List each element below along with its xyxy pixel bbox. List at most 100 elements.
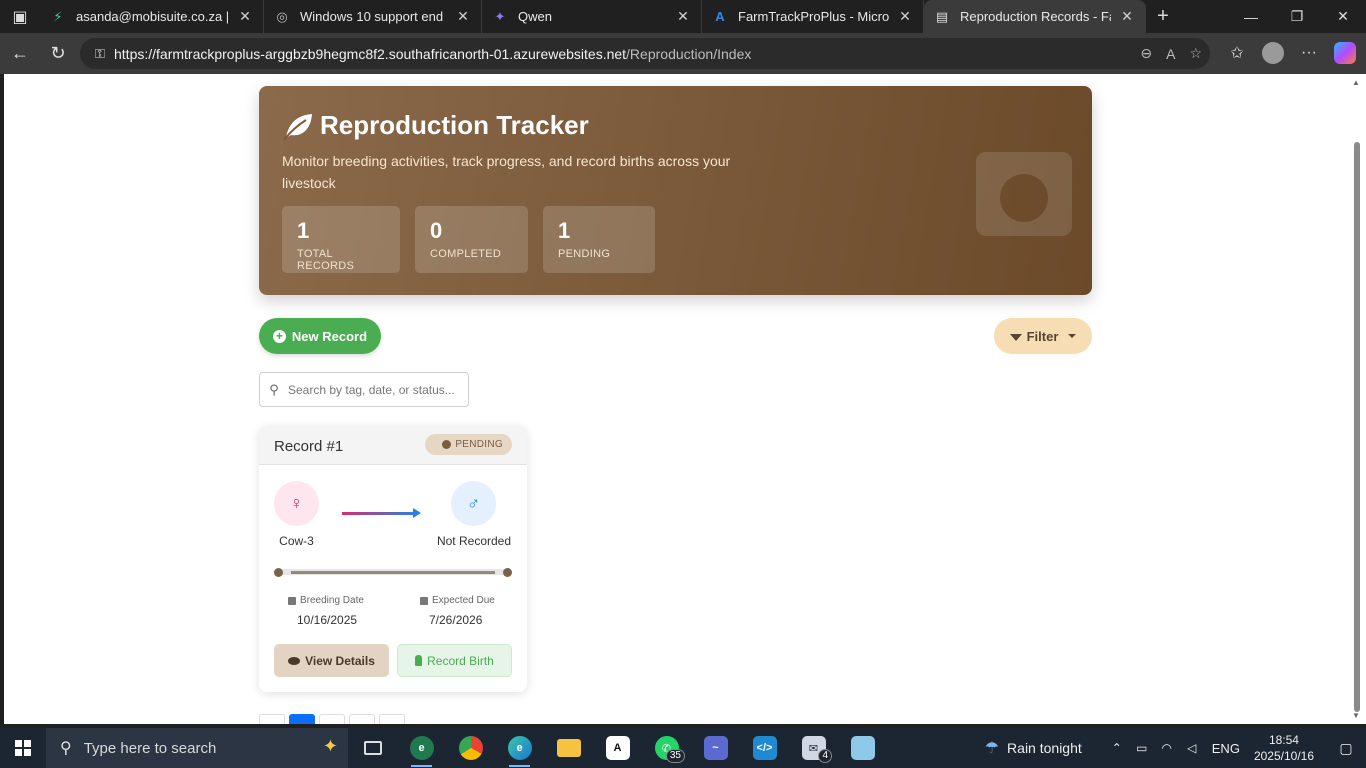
lock-icon[interactable]: ⚿ <box>86 46 114 62</box>
taskbar-app-a[interactable]: A <box>593 728 642 768</box>
restore-icon[interactable]: ❐ <box>1274 0 1320 33</box>
reload-icon[interactable]: ↻ <box>40 36 76 72</box>
taskbar-app-wave[interactable]: ~ <box>691 728 740 768</box>
tab-title: Windows 10 support end <box>300 9 444 24</box>
hero-title-text: Reproduction Tracker <box>320 110 589 140</box>
tab-actions-icon[interactable]: ▣ <box>0 0 40 33</box>
close-icon[interactable]: ✕ <box>675 8 691 25</box>
copilot-icon <box>1334 42 1356 64</box>
page-next-button[interactable] <box>379 714 405 724</box>
pagination <box>259 714 405 724</box>
taskbar-notepad[interactable] <box>838 728 887 768</box>
vscode-icon: </> <box>752 736 777 760</box>
page-button[interactable] <box>349 714 375 724</box>
back-icon[interactable]: ← <box>2 36 38 72</box>
status-text: PENDING <box>455 439 503 450</box>
new-tab-button[interactable]: + <box>1146 0 1180 33</box>
taskbar-vscode[interactable]: </> <box>740 728 789 768</box>
taskbar-file-explorer[interactable] <box>544 728 593 768</box>
tab-azure[interactable]: A FarmTrackProPlus - Microsoft ✕ <box>702 0 924 33</box>
wifi-icon[interactable]: ◠ <box>1156 741 1178 755</box>
close-icon[interactable]: ✕ <box>455 8 471 25</box>
taskbar-search-placeholder: Type here to search <box>83 739 217 757</box>
speaker-icon[interactable]: ◁ <box>1181 741 1203 755</box>
view-details-button[interactable]: View Details <box>274 644 389 677</box>
scroll-down-icon[interactable]: ▼ <box>1352 711 1360 720</box>
start-button[interactable] <box>0 728 46 768</box>
scroll-up-icon[interactable]: ▲ <box>1352 78 1360 87</box>
taskbar-edge-dev[interactable]: e <box>397 728 446 768</box>
stat-label: PENDING <box>558 248 611 260</box>
more-menu-icon[interactable]: ··· <box>1294 36 1324 70</box>
whatsapp-count-badge: 35 <box>665 749 685 763</box>
chevron-down-icon <box>1068 334 1077 338</box>
stat-value: 0 <box>430 218 443 243</box>
search-input[interactable] <box>288 382 458 397</box>
taskbar-edge[interactable]: e <box>495 728 544 768</box>
task-view-button[interactable] <box>348 728 397 768</box>
stat-total: 1 TOTAL RECORDS <box>282 206 400 273</box>
document-icon: ▤ <box>935 8 949 24</box>
profile-button[interactable] <box>1258 36 1288 70</box>
taskbar-chrome[interactable] <box>446 728 495 768</box>
weather-widget[interactable]: ☂ Rain tonight <box>985 738 1082 758</box>
filter-dropdown-button[interactable]: Filter <box>994 318 1092 354</box>
close-icon[interactable]: ✕ <box>897 8 913 25</box>
tab-reproduction[interactable]: ▤ Reproduction Records - Farm ✕ <box>924 0 1146 33</box>
page-prev-button[interactable] <box>259 714 285 724</box>
breeding-date-caption: Breeding Date <box>300 595 364 606</box>
favorites-icon[interactable]: ✩ <box>1222 36 1252 70</box>
read-aloud-icon[interactable]: A <box>1166 46 1175 62</box>
clock-time: 18:54 <box>1268 733 1299 747</box>
page-button-active[interactable] <box>289 714 315 724</box>
page-button[interactable] <box>319 714 345 724</box>
close-icon[interactable]: ✕ <box>237 8 253 25</box>
sparkle-icon: ✦ <box>322 736 338 756</box>
page-scrollbar[interactable]: ▲ ▼ <box>1348 74 1366 724</box>
chrome-icon <box>458 736 483 760</box>
clock[interactable]: 18:54 2025/10/16 <box>1254 732 1314 764</box>
browser-toolbar: ← ↻ ⚿ https://farmtrackproplus-arggbzb9h… <box>0 33 1366 74</box>
tab-windows10[interactable]: ◎ Windows 10 support end ✕ <box>264 0 482 33</box>
record-birth-button[interactable]: Record Birth <box>397 644 512 677</box>
due-date-label: Expected Due <box>420 595 495 606</box>
copilot-button[interactable] <box>1330 36 1360 70</box>
azure-icon: A <box>715 9 725 24</box>
task-view-icon <box>363 741 382 755</box>
minimize-icon[interactable]: — <box>1228 0 1274 33</box>
close-window-icon[interactable]: ✕ <box>1320 0 1366 33</box>
zoom-icon[interactable]: ⊖ <box>1140 45 1152 62</box>
taskbar-whatsapp[interactable]: ✆ 35 <box>642 728 691 768</box>
tab-mail[interactable]: ⚡ asanda@mobisuite.co.za | Mo ✕ <box>40 0 264 33</box>
url-host: https://farmtrackproplus-arggbzb9hegmc8f… <box>114 45 627 62</box>
language-indicator[interactable]: ENG <box>1212 741 1240 756</box>
weather-text: Rain tonight <box>1007 740 1082 756</box>
record-card-header: Record #1 PENDING <box>259 426 527 465</box>
due-date-value: 7/26/2026 <box>429 613 483 627</box>
record-card: Record #1 PENDING ♀ ♂ Cow-3 Not Recorded… <box>259 426 527 692</box>
stat-label: COMPLETED <box>430 248 502 260</box>
eye-icon <box>288 656 301 665</box>
scrollbar-thumb[interactable] <box>1354 142 1360 712</box>
window-controls: — ❐ ✕ <box>1228 0 1366 33</box>
wave-app-icon: ~ <box>703 736 728 760</box>
clock-icon <box>442 440 452 449</box>
taskbar-mail[interactable]: ✉ 4 <box>789 728 838 768</box>
search-box: ⚲ <box>259 372 469 407</box>
notification-icon[interactable]: ▢ <box>1326 740 1366 757</box>
hero-subtitle: Monitor breeding activities, track progr… <box>282 153 731 191</box>
taskbar-search[interactable]: ⚲ Type here to search ✦ <box>46 728 348 768</box>
tab-qwen[interactable]: ✦ Qwen ✕ <box>482 0 702 33</box>
new-record-button[interactable]: + New Record <box>259 318 381 354</box>
globe-icon: ◎ <box>276 8 288 24</box>
favorite-star-icon[interactable]: ☆ <box>1189 45 1202 62</box>
stat-value: 1 <box>297 218 310 243</box>
chevron-up-icon[interactable]: ⌃ <box>1106 741 1128 755</box>
close-icon[interactable]: ✕ <box>1119 8 1135 25</box>
female-icon: ♀ <box>274 481 319 526</box>
record-title: Record #1 <box>274 438 344 455</box>
record-birth-label: Record Birth <box>427 653 494 668</box>
stat-label: TOTAL RECORDS <box>297 248 355 272</box>
address-bar[interactable]: ⚿ https://farmtrackproplus-arggbzb9hegmc… <box>80 38 1210 69</box>
battery-icon[interactable]: ▭ <box>1131 741 1153 755</box>
